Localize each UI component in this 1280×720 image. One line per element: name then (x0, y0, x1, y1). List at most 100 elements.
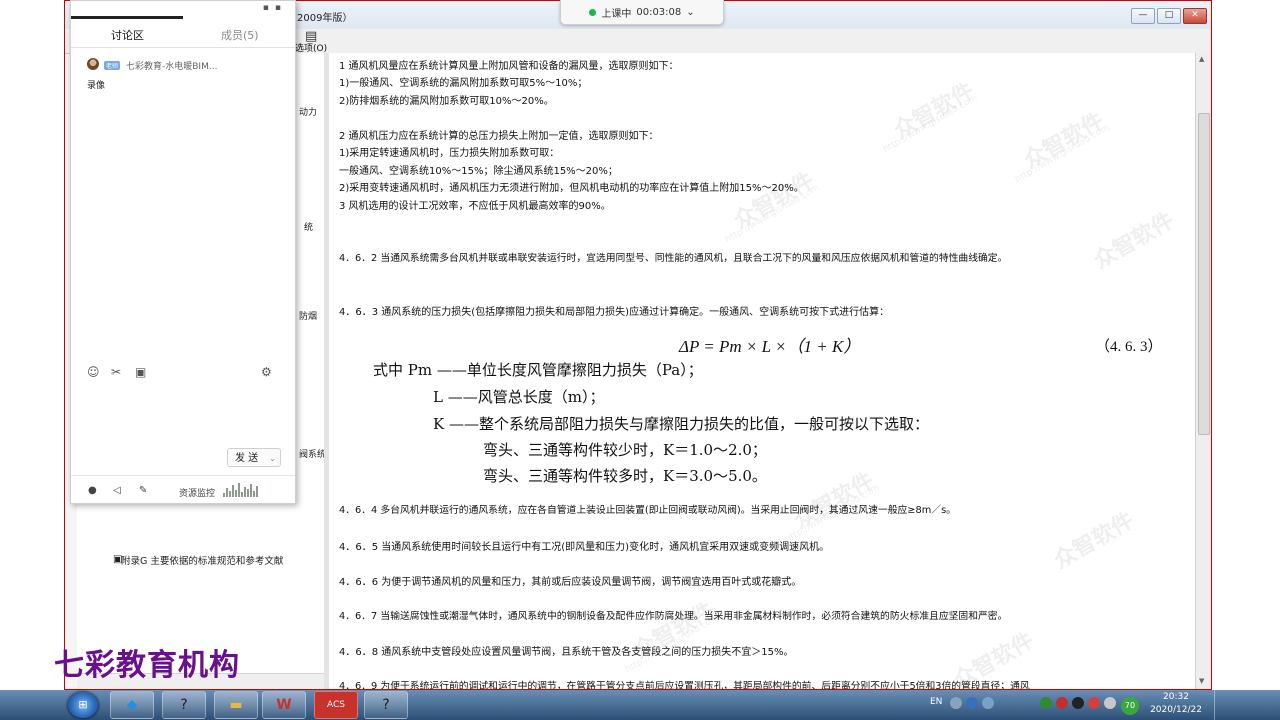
tree-item-fragment[interactable]: 统 (304, 220, 313, 233)
tree-item-fragment[interactable]: 动力 (299, 105, 317, 118)
formula-legend-line: 弯头、三通等构件较少时，K＝1.0～2.0； (483, 441, 767, 459)
formula-legend-line: 弯头、三通等构件较多时，K＝3.0～5.0。 (483, 467, 767, 485)
help-icon[interactable] (966, 697, 978, 709)
emoji-icon[interactable]: ☺ (87, 365, 100, 379)
tab-divider (71, 47, 295, 48)
doc-line: 1)一般通风、空调系统的漏风附加系数可取5%～10%； (339, 78, 588, 89)
watermark: 众智软件 (1049, 508, 1139, 574)
system-clock[interactable]: 20:32 2020/12/22 (1148, 691, 1204, 717)
taskbar-app-help[interactable]: ? (162, 691, 206, 719)
network-icon[interactable] (982, 697, 994, 709)
chat-bottom-bar: ● ◁ ✎ 资源监控 (71, 475, 295, 504)
watermark: 众智软件 (889, 78, 979, 144)
live-status-icon (589, 8, 597, 16)
class-timer[interactable]: 上课中 00:03:08 ⌄ (560, 0, 724, 25)
desktop-left-margin (0, 0, 64, 690)
send-label: 发 送 (235, 453, 259, 464)
doc-line: 4．6．7 当输送腐蚀性或潮湿气体时，通风系统中的钢制设备及配件应作防腐处理。当… (339, 611, 1008, 622)
tab-members[interactable]: 成员(5) (221, 27, 259, 43)
taskbar-app-media[interactable]: ◆ (110, 691, 154, 719)
doc-line: 4．6．8 通风系统中支管段处应设置风量调节阀，且系统干管及各支管段之间的压力损… (339, 647, 794, 658)
doc-line: 4．6．5 当通风系统使用时间较长且运行中有工况(即风量和压力)变化时，通风机宜… (339, 542, 830, 553)
taskbar-app-acs[interactable]: ACS (314, 691, 358, 719)
watermark: 众智软件 (1089, 208, 1179, 274)
folder-icon: ▬ (229, 697, 243, 713)
class-elapsed-time: 00:03:08 (636, 6, 682, 18)
taskbar-app-help-2[interactable]: ? (364, 691, 408, 719)
tree-item-appendix-g[interactable]: 附录G 主要依据的标准规范和参考文献 (121, 553, 283, 567)
watermark: 众智软件 (1019, 108, 1109, 174)
maximize-button[interactable]: □ (1157, 8, 1181, 24)
chat-header-bar (71, 16, 183, 19)
start-button[interactable]: ⊞ (68, 692, 98, 718)
formula-number: （4. 6. 3） (1095, 339, 1163, 355)
clock-time: 20:32 (1163, 692, 1189, 702)
pin-icon[interactable]: ▪▪ (263, 3, 287, 13)
chevron-down-icon[interactable]: ⌄ (269, 449, 276, 468)
doc-line: 4．6．2 当通风系统需多台风机并联或串联安装运行时，宜选用同型号、同性能的通风… (339, 253, 1008, 264)
desktop-right-margin (1212, 0, 1280, 690)
language-indicator[interactable]: EN (930, 697, 942, 707)
doc-line: 4．6．6 为便于调节通风机的风量和压力，其前或后应装设风量调节阀，调节阀宜选用… (339, 577, 802, 588)
window-controls: — □ ✕ (1131, 8, 1207, 24)
clock-date: 2020/12/22 (1150, 705, 1202, 715)
watermark: 众智软件 (729, 168, 819, 234)
volume-icon[interactable] (1104, 697, 1116, 709)
tray-app-icon[interactable] (1056, 697, 1068, 709)
doc-line: 4．6．9 为便于系统运行前的调试和运行中的调节，在管路干管分支点前后应设置测压… (339, 681, 1030, 689)
doc-line: 1 通风机风量应在系统计算风量上附加风管和设备的漏风量，选取原则如下： (339, 61, 679, 72)
resource-monitor-graph (223, 481, 259, 497)
doc-line: 2 通风机压力应在系统计算的总压力损失上附加一定值，选取原则如下： (339, 131, 659, 142)
chat-header: ▪▪ (71, 1, 295, 19)
formula-legend-line: L ——风管总长度（m）； (433, 388, 605, 406)
chat-toolbar: ☺ ✂ ▣ ⚙ (87, 365, 277, 381)
microphone-icon[interactable]: ● (88, 485, 97, 496)
show-desktop-button[interactable] (1214, 690, 1227, 720)
document-vertical-scrollbar[interactable]: ▲ ▼ (1195, 53, 1211, 689)
minimize-button[interactable]: — (1131, 8, 1155, 24)
taskbar-app-wps[interactable]: W (262, 691, 306, 719)
avatar (87, 58, 99, 70)
watermark-url: http://www.gisroad.com (881, 92, 980, 156)
chat-panel: ▪▪ 讨论区 成员(5) 老师 七彩教育-水电暖BIM... 录像 ☺ ✂ ▣ … (70, 0, 296, 504)
doc-line: 1)采用定转速通风机时，压力损失附加系数可取： (339, 148, 560, 159)
watermark: 众智软件 (789, 468, 879, 534)
class-status: 上课中 (601, 8, 632, 20)
doc-line: 2)防排烟系统的漏风附加系数可取10%～20%。 (339, 96, 554, 107)
media-app-icon: ◆ (126, 697, 138, 713)
speaker-icon[interactable]: ◁ (113, 485, 121, 496)
tree-item-fragment[interactable]: 阀系统 (299, 447, 326, 460)
close-button[interactable]: ✕ (1183, 8, 1207, 24)
chevron-down-icon[interactable]: ⌄ (686, 7, 694, 18)
settings-icon[interactable]: ⚙ (261, 365, 272, 379)
scroll-down-icon[interactable]: ▼ (1199, 677, 1204, 685)
keyboard-icon[interactable] (950, 697, 962, 709)
taskbar-app-explorer[interactable]: ▬ (214, 691, 258, 719)
pen-icon[interactable]: ✎ (139, 485, 147, 496)
doc-line: 一般通风、空调系统10%～15%；除尘通风系统15%～20%； (339, 166, 618, 177)
image-icon[interactable]: ▣ (135, 365, 146, 379)
window-title: 2009年版） (297, 13, 353, 24)
qq-icon[interactable] (1072, 697, 1084, 709)
scroll-up-icon[interactable]: ▲ (1199, 55, 1204, 63)
tray-badge[interactable]: 70 (1121, 697, 1139, 715)
doc-line: 4．6．4 多台风机并联运行的通风系统，应在各自管道上装设止回装置(即止回阀或联… (339, 505, 956, 516)
formula-4-6-3: ΔP = Pm × L ×（1 + K） (679, 337, 861, 356)
message-text: 录像 (87, 81, 106, 91)
doc-line: 3 风机选用的设计工况效率，不应低于风机最高效率的90%。 (339, 201, 611, 212)
resource-monitor-label[interactable]: 资源监控 (179, 486, 215, 499)
scrollbar-thumb[interactable] (1198, 113, 1210, 435)
send-button[interactable]: 发 送 ⌄ (227, 448, 281, 467)
tray-app-icon[interactable] (1040, 697, 1052, 709)
doc-line: 4．6．3 通风系统的压力损失(包括摩擦阻力损失和局部阻力损失)应通过计算确定。… (339, 307, 890, 318)
brand-overlay: 七彩教育机构 (54, 648, 240, 683)
doc-line: 2)采用变转速通风机时，通风机压力无须进行附加，但风机电动机的功率应在计算值上附… (339, 183, 804, 194)
scissors-icon[interactable]: ✂ (111, 365, 121, 379)
formula-legend-line: 式中 Pm ——单位长度风管摩擦阻力损失（Pa）； (373, 361, 703, 379)
tray-app-icon[interactable] (1088, 697, 1100, 709)
tree-item-fragment[interactable]: 防烟 (299, 309, 317, 322)
teacher-badge: 老师 (104, 61, 121, 70)
watermark-url: http://www.gisroad.com (1013, 122, 1112, 186)
tab-discussion[interactable]: 讨论区 (111, 27, 144, 43)
document-page: 众智软件 http://www.gisroad.com 众智软件 http://… (329, 53, 1195, 689)
